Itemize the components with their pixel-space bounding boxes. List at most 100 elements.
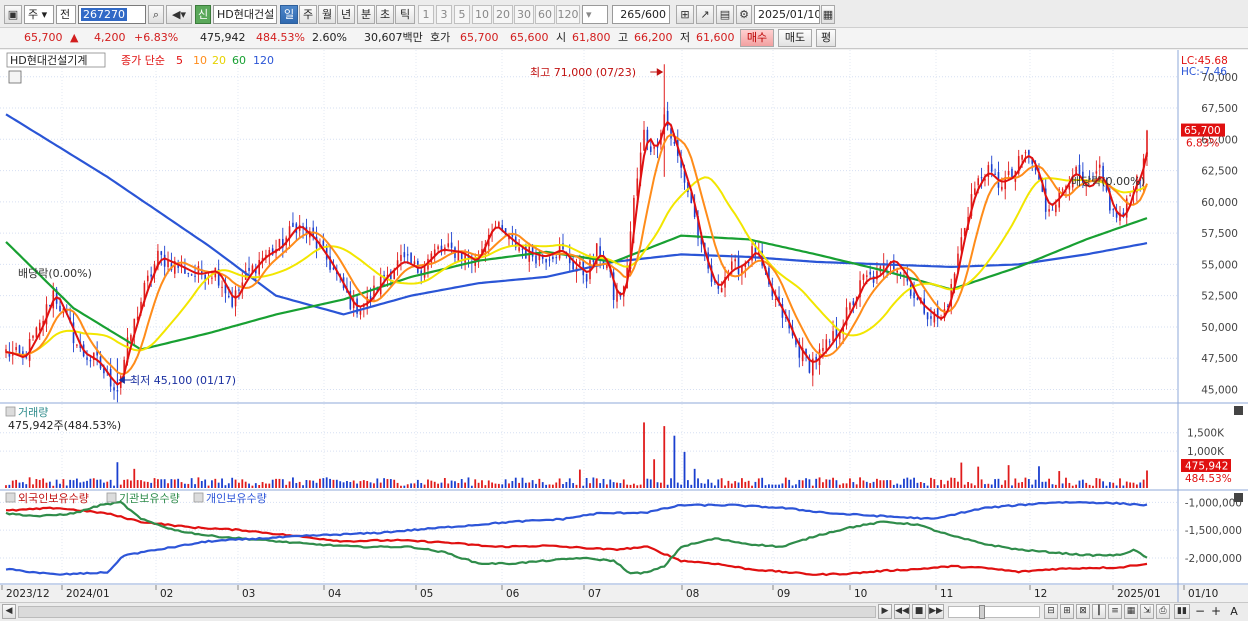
volume-bar [1017, 482, 1020, 488]
volume-panel-icon[interactable] [5, 406, 16, 417]
volume-bar [892, 484, 895, 488]
candle-body [822, 347, 824, 352]
zoom-slider-handle[interactable] [979, 605, 985, 619]
count-10[interactable]: 10 [472, 5, 492, 24]
volume-bar [744, 481, 747, 488]
scroll-track[interactable] [18, 606, 876, 618]
volume-bar [92, 478, 95, 488]
chart-tool-icon[interactable]: ⊞ [676, 5, 694, 24]
zoom-slider[interactable] [948, 605, 1040, 619]
volume-bar [585, 477, 588, 488]
font-size-icon[interactable]: A [1228, 604, 1240, 619]
candle-body [1055, 204, 1057, 213]
bar-chart-icon[interactable]: ▮▮ [1174, 604, 1190, 619]
ma-legend-5[interactable]: 5 [176, 54, 183, 67]
volume-bar [568, 478, 571, 488]
candle-body [585, 273, 588, 282]
ma-legend-10[interactable]: 10 [193, 54, 207, 67]
scroll-left-icon[interactable]: ◀ [2, 604, 16, 619]
tab-tick[interactable]: 틱 [395, 5, 415, 24]
average-button[interactable]: 평 [816, 29, 836, 47]
count-60[interactable]: 60 [535, 5, 555, 24]
sell-button[interactable]: 매도 [778, 29, 812, 47]
tab-week[interactable]: 주 [299, 5, 317, 24]
volume-bar [42, 478, 45, 488]
grid-toggle-icon[interactable] [8, 70, 22, 84]
window-icon[interactable]: ▣ [4, 5, 22, 24]
volume-bar [933, 479, 936, 488]
volume-bar [761, 477, 764, 488]
volume-bar [578, 469, 581, 488]
candle-icon[interactable]: ┃ [1092, 604, 1106, 619]
volume-bar [916, 482, 919, 488]
volume-bar [798, 479, 801, 488]
tab-year[interactable]: 년 [337, 5, 355, 24]
date-field[interactable]: 2025/01/10 [754, 5, 820, 24]
volume-bar [244, 481, 247, 488]
open-label: 시 [556, 31, 567, 44]
draw-tool-icon[interactable]: ↗ [696, 5, 714, 24]
volume-bar [396, 482, 399, 488]
layout-icon[interactable]: ⊟ [1044, 604, 1058, 619]
low-annotation: 최저 45,100 (01/17) [130, 374, 236, 387]
compare-icon[interactable]: ⊠ [1076, 604, 1090, 619]
candle-body [1024, 152, 1027, 154]
volume-bar [1014, 478, 1017, 488]
tab-day[interactable]: 일 [280, 5, 298, 24]
scroll-right-icon[interactable]: ▶ [878, 604, 892, 619]
ma-legend-20[interactable]: 20 [212, 54, 226, 67]
count-1[interactable]: 1 [418, 5, 434, 24]
split-icon[interactable]: ⊞ [1060, 604, 1074, 619]
calendar-icon[interactable]: ▦ [821, 5, 835, 24]
list-icon[interactable]: ≡ [1108, 604, 1122, 619]
count-5[interactable]: 5 [454, 5, 470, 24]
candle-body [146, 275, 149, 282]
stock-chart[interactable]: 70,00067,50065,00062,50060,00057,50055,0… [0, 50, 1248, 602]
individual-legend-icon[interactable] [193, 492, 204, 503]
institution-legend-icon[interactable] [106, 492, 117, 503]
export-icon[interactable]: ⇲ [1140, 604, 1154, 619]
volume-bar [1108, 482, 1111, 488]
tab-second[interactable]: 초 [376, 5, 394, 24]
candle-body [653, 147, 655, 149]
gear-icon[interactable]: ⚙ [736, 5, 752, 24]
volume-bar [825, 479, 828, 488]
count-30[interactable]: 30 [514, 5, 534, 24]
stop-icon[interactable]: ■ [912, 604, 926, 619]
period-select[interactable]: 주 ▾ [24, 5, 54, 24]
print-icon[interactable]: ⎙ [1156, 604, 1170, 619]
volume-bar [599, 483, 602, 488]
volume-bar [221, 478, 223, 488]
volume-tick-label: 1,500K [1187, 428, 1225, 440]
forward-icon[interactable]: ▶▶ [928, 604, 944, 619]
search-icon[interactable]: ⌕ [148, 5, 164, 24]
zoom-out-icon[interactable]: − [1194, 604, 1206, 619]
rewind-icon[interactable]: ◀◀ [894, 604, 910, 619]
buy-button[interactable]: 매수 [740, 29, 774, 47]
ma-legend-60[interactable]: 60 [232, 54, 246, 67]
volume-panel-close-icon[interactable] [1234, 406, 1243, 415]
count-120[interactable]: 120 [556, 5, 580, 24]
volume-bar [619, 483, 622, 488]
volume-bar [673, 435, 676, 488]
tab-minute[interactable]: 분 [357, 5, 375, 24]
volume-bar [109, 479, 112, 488]
save-icon[interactable]: ▤ [716, 5, 734, 24]
foreign-legend-icon[interactable] [5, 492, 16, 503]
volume-bar [163, 479, 166, 488]
volume-bar [113, 485, 115, 488]
zoom-in-icon[interactable]: + [1210, 604, 1222, 619]
volume-bar [751, 485, 753, 488]
holding-panel-close-icon[interactable] [1234, 493, 1243, 502]
bar-count-field[interactable]: 265/600 [612, 5, 670, 24]
code-input[interactable]: 267270 [78, 5, 146, 24]
tab-month[interactable]: 월 [318, 5, 336, 24]
count-dropdown[interactable]: ▾ [582, 5, 608, 24]
count-20[interactable]: 20 [493, 5, 513, 24]
ma-legend-120[interactable]: 120 [253, 54, 274, 67]
speaker-icon[interactable]: ◀▾ [166, 5, 192, 24]
count-3[interactable]: 3 [436, 5, 452, 24]
table-icon[interactable]: ▦ [1124, 604, 1138, 619]
volume-bar [204, 479, 207, 488]
prev-select[interactable]: 전 [56, 5, 76, 24]
